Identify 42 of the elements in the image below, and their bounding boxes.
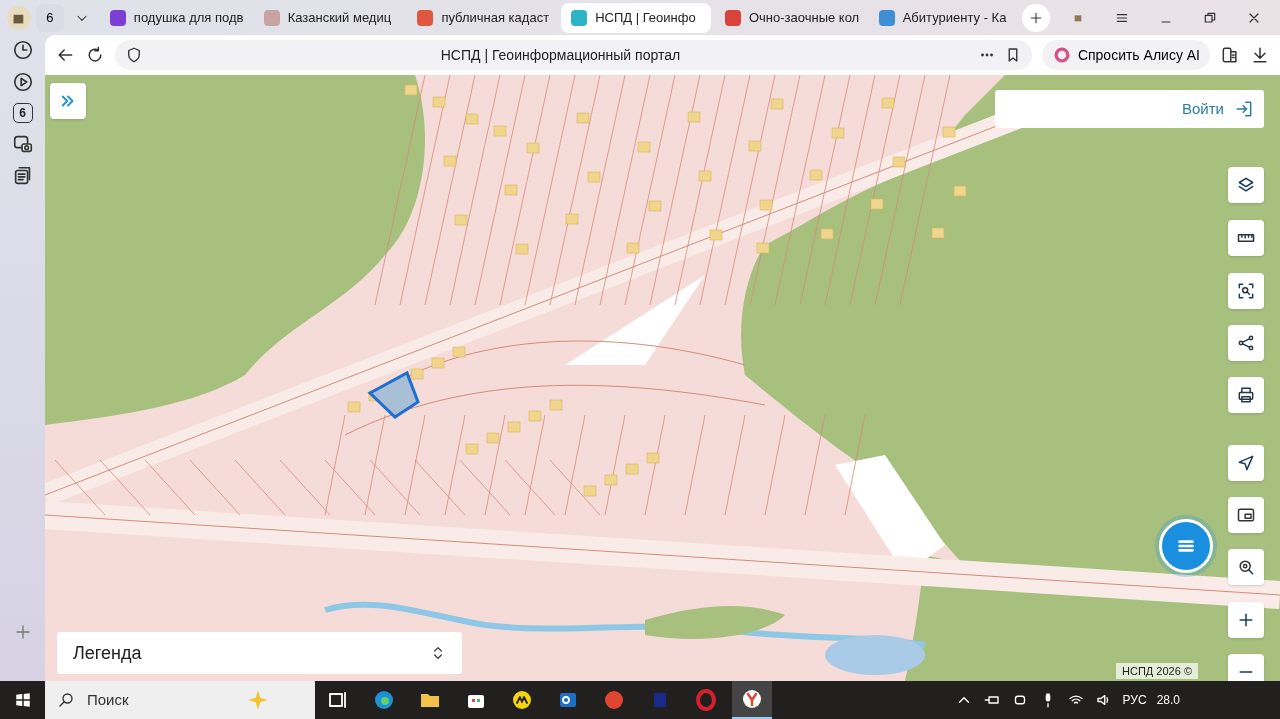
search-icon [57, 691, 75, 709]
app-circle-icon[interactable] [602, 688, 626, 712]
print-icon[interactable] [1236, 385, 1256, 405]
windows-logo-icon [13, 691, 32, 709]
picture-in-picture-icon[interactable] [1236, 505, 1256, 525]
browser-tab[interactable]: публичная кадаст [407, 2, 558, 33]
screenshot-camera-icon[interactable] [11, 133, 34, 155]
login-arrow-icon [1234, 99, 1254, 119]
browser-y-icon[interactable] [740, 687, 764, 711]
letter-o-ring-icon[interactable] [694, 688, 718, 712]
new-tab-button[interactable] [1022, 3, 1051, 32]
browser-tab[interactable]: подушка для подв [99, 2, 250, 33]
shield-icon [125, 46, 143, 64]
download-icon[interactable] [1250, 45, 1270, 65]
browser-tab[interactable]: НСПД | Геоинфо [561, 2, 711, 33]
clock-text: 28.0 [1156, 692, 1180, 709]
play-icon[interactable] [11, 71, 34, 93]
location-search-icon[interactable] [1236, 557, 1256, 577]
selected-parcel[interactable] [367, 370, 420, 419]
area-select-icon[interactable] [1236, 281, 1256, 301]
share-icon[interactable] [1236, 333, 1256, 353]
browser-swirl-icon[interactable] [372, 688, 396, 712]
browser-tab[interactable]: Очно-заочные кол [714, 2, 865, 33]
browser-tab[interactable]: Казанский медиц [253, 2, 404, 33]
expand-panel-button[interactable] [50, 83, 86, 119]
login-button[interactable]: Войти [995, 90, 1264, 128]
legend-dropdown[interactable]: Легенда [57, 632, 462, 674]
tab-count-button[interactable]: 6 [35, 3, 64, 32]
profile-avatar-icon [6, 4, 32, 31]
tab-count-icon[interactable]: 6 [12, 103, 33, 123]
letter-m-circle-icon[interactable] [510, 688, 534, 712]
address-bar[interactable]: НСПД | Геоинформационный портал [115, 40, 1032, 70]
clock-icon[interactable] [11, 39, 34, 61]
taskbar-search-bar[interactable]: Поиск [45, 681, 315, 719]
taskbar-search-field[interactable]: Поиск [85, 687, 235, 713]
ask-alice-button[interactable]: Спросить Алису AI [1041, 40, 1210, 70]
reading-mode-icon[interactable] [1220, 45, 1240, 65]
page-title: НСПД | Геоинформационный портал [439, 45, 682, 65]
navigation-arrow-icon[interactable] [1236, 453, 1256, 473]
plus-icon [1029, 10, 1044, 25]
language-indicator[interactable]: РУС [1122, 691, 1147, 709]
browser-tab[interactable]: Абитуриенту - Ка [868, 2, 1019, 33]
